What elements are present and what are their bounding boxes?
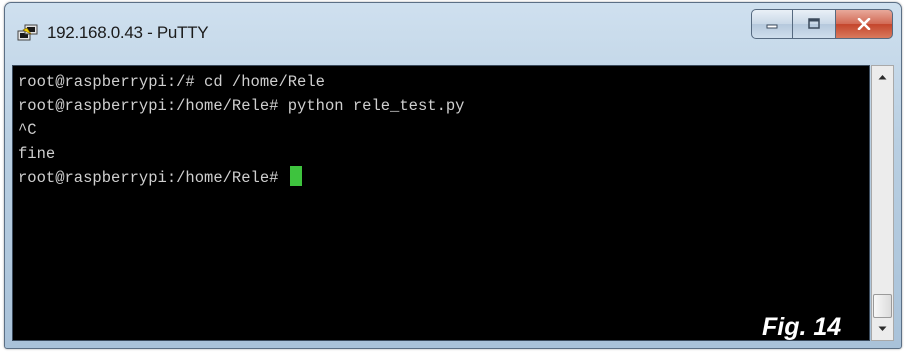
maximize-button[interactable] (793, 9, 835, 39)
terminal-line: root@raspberrypi:/home/Rele# python rele… (18, 97, 465, 115)
terminal-prompt: root@raspberrypi:/home/Rele# (18, 169, 288, 187)
chevron-down-icon (878, 326, 887, 331)
minimize-button[interactable] (751, 9, 793, 39)
scrollbar-thumb[interactable] (873, 294, 892, 318)
terminal-prompt-line: root@raspberrypi:/home/Rele# (18, 166, 869, 190)
vertical-scrollbar[interactable] (871, 65, 894, 341)
scroll-down-button[interactable] (872, 318, 893, 340)
terminal-line: root@raspberrypi:/# cd /home/Rele (18, 73, 325, 91)
caption-buttons (751, 9, 893, 39)
close-icon (857, 18, 871, 30)
figure-label: Fig. 14 (762, 313, 842, 341)
scroll-up-button[interactable] (872, 66, 893, 88)
window-title: 192.168.0.43 - PuTTY (47, 23, 209, 42)
terminal-line: fine (18, 145, 56, 163)
minimize-icon (766, 24, 778, 29)
terminal-screen[interactable]: root@raspberrypi:/# cd /home/Rele root@r… (12, 65, 870, 341)
text-cursor (289, 166, 302, 186)
title-bar[interactable]: 192.168.0.43 - PuTTY (5, 3, 901, 61)
close-button[interactable] (835, 9, 893, 39)
terminal-line: ^C (18, 121, 37, 139)
putty-window: 192.168.0.43 - PuTTY root@raspberrypi:/#… (4, 2, 902, 349)
maximize-icon (808, 18, 820, 29)
putty-icon[interactable] (17, 24, 39, 42)
chevron-up-icon (878, 75, 887, 80)
